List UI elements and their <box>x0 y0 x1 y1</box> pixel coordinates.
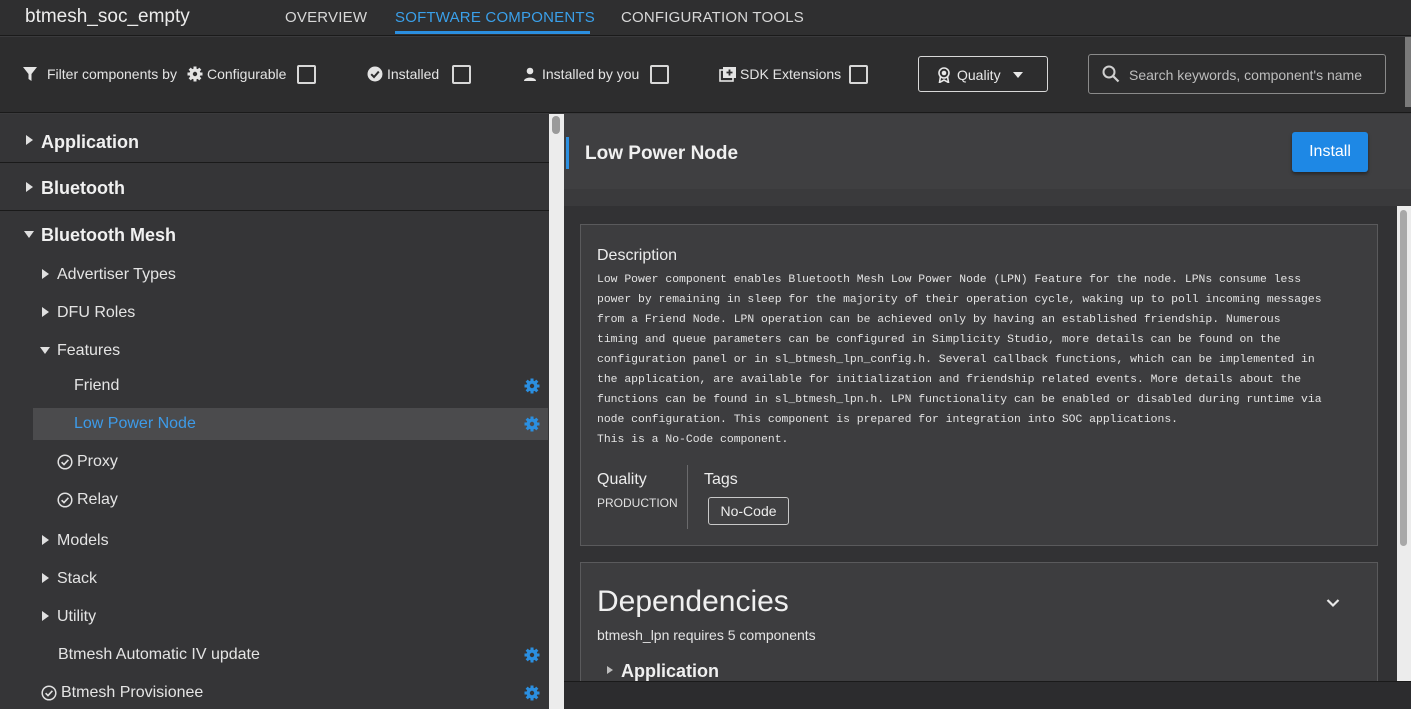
details-scrollbar[interactable] <box>1397 206 1411 681</box>
description-heading: Description <box>597 247 678 264</box>
divider <box>687 465 688 529</box>
configurable-checkbox[interactable] <box>297 65 316 84</box>
expand-arrow-icon <box>607 666 613 674</box>
gear-icon[interactable] <box>524 416 540 432</box>
active-tab-indicator <box>395 31 590 34</box>
component-details-panel: Low Power Node Install Description Low P… <box>564 114 1411 709</box>
search-icon <box>1102 65 1120 83</box>
scrollbar-thumb[interactable] <box>552 116 560 134</box>
tree-scrollbar[interactable] <box>549 114 564 709</box>
quality-value: PRODUCTION <box>597 496 678 510</box>
installed-by-you-checkbox[interactable] <box>650 65 669 84</box>
dependency-item-application[interactable]: Application <box>621 661 719 682</box>
installed-checkbox[interactable] <box>452 65 471 84</box>
filter-label: Filter components by <box>47 66 177 82</box>
tree-item-stack[interactable]: Stack <box>57 570 97 588</box>
tree-item-proxy[interactable]: Proxy <box>77 453 118 471</box>
tab-configuration-tools[interactable]: CONFIGURATION TOOLS <box>621 9 804 26</box>
tag-chip[interactable]: No-Code <box>708 497 789 525</box>
description-text: Low Power component enables Bluetooth Me… <box>597 274 1322 446</box>
expand-arrow-icon <box>42 269 49 279</box>
tree-category-label: Bluetooth <box>41 178 125 198</box>
description-card: Description Low Power component enables … <box>580 224 1378 546</box>
tree-item-dfu-roles[interactable]: DFU Roles <box>57 304 135 322</box>
tree-item-provisionee[interactable]: Btmesh Provisionee <box>61 684 203 702</box>
filter-bar: Filter components by Configurable Instal… <box>0 37 1411 113</box>
sdk-extensions-filter-label: SDK Extensions <box>740 66 842 82</box>
tree-item-friend[interactable]: Friend <box>74 377 119 395</box>
component-header: Low Power Node Install <box>564 114 1411 189</box>
installed-filter-label: Installed <box>387 66 440 82</box>
tree-item-low-power-node[interactable]: Low Power Node <box>74 415 196 433</box>
tree-category-application[interactable]: Application <box>0 116 549 163</box>
tree-item-advertiser-types[interactable]: Advertiser Types <box>57 266 176 284</box>
dependencies-summary: btmesh_lpn requires 5 components <box>597 627 816 643</box>
component-title: Low Power Node <box>585 143 739 164</box>
quality-dropdown[interactable]: Quality <box>918 56 1048 92</box>
sdk-extension-icon <box>719 67 736 82</box>
bottom-strip <box>564 681 1411 709</box>
window-scrollbar[interactable] <box>1405 37 1411 107</box>
tree-category-label: Bluetooth Mesh <box>41 225 176 245</box>
tree-category-bluetooth[interactable]: Bluetooth <box>0 164 549 211</box>
component-content: Description Low Power component enables … <box>564 206 1397 692</box>
gear-icon[interactable] <box>524 685 540 701</box>
tree-item-relay[interactable]: Relay <box>77 491 118 509</box>
sdk-extensions-checkbox[interactable] <box>849 65 868 84</box>
expand-arrow-icon <box>26 135 33 145</box>
expand-arrow-icon <box>42 611 49 621</box>
check-circle-icon <box>367 66 383 82</box>
award-icon <box>938 67 950 83</box>
expand-arrow-icon <box>42 307 49 317</box>
install-button[interactable]: Install <box>1292 132 1368 172</box>
installed-check-icon <box>57 492 73 508</box>
tab-overview[interactable]: OVERVIEW <box>285 9 367 26</box>
tab-software-components[interactable]: SOFTWARE COMPONENTS <box>395 9 595 26</box>
quality-dropdown-label: Quality <box>957 67 1001 83</box>
installed-by-you-filter-label: Installed by you <box>542 66 640 82</box>
collapse-arrow-icon <box>40 347 50 354</box>
tree-category-label: Application <box>41 132 139 152</box>
gear-icon <box>187 66 203 82</box>
component-tree: Application Bluetooth Bluetooth Mesh Adv… <box>0 114 549 709</box>
configurable-filter-label: Configurable <box>207 66 287 82</box>
installed-check-icon <box>41 685 57 701</box>
quality-label: Quality <box>597 471 647 488</box>
search-box[interactable] <box>1088 54 1386 94</box>
search-input[interactable] <box>1129 65 1379 85</box>
filter-icon <box>23 67 37 81</box>
collapse-arrow-icon <box>24 231 34 238</box>
tree-category-bluetooth-mesh[interactable]: Bluetooth Mesh <box>0 211 549 258</box>
person-icon <box>524 67 536 81</box>
tree-item-utility[interactable]: Utility <box>57 608 96 626</box>
dependencies-card: Dependencies btmesh_lpn requires 5 compo… <box>580 562 1378 692</box>
header-accent-bar <box>566 137 569 169</box>
gear-icon[interactable] <box>524 647 540 663</box>
chevron-down-icon[interactable] <box>1326 598 1340 608</box>
chevron-down-icon <box>1013 72 1023 78</box>
expand-arrow-icon <box>42 535 49 545</box>
expand-arrow-icon <box>42 573 49 583</box>
dependencies-title: Dependencies <box>597 585 789 618</box>
tree-item-models[interactable]: Models <box>57 532 109 550</box>
installed-check-icon <box>57 454 73 470</box>
tree-item-automatic-iv-update[interactable]: Btmesh Automatic IV update <box>58 646 260 664</box>
app-title: btmesh_soc_empty <box>25 6 190 27</box>
top-bar: btmesh_soc_empty OVERVIEW SOFTWARE COMPO… <box>0 0 1411 36</box>
gear-icon[interactable] <box>524 378 540 394</box>
scrollbar-thumb[interactable] <box>1400 210 1407 546</box>
tags-label: Tags <box>704 471 738 488</box>
expand-arrow-icon <box>26 182 33 192</box>
tree-item-features[interactable]: Features <box>57 342 120 360</box>
